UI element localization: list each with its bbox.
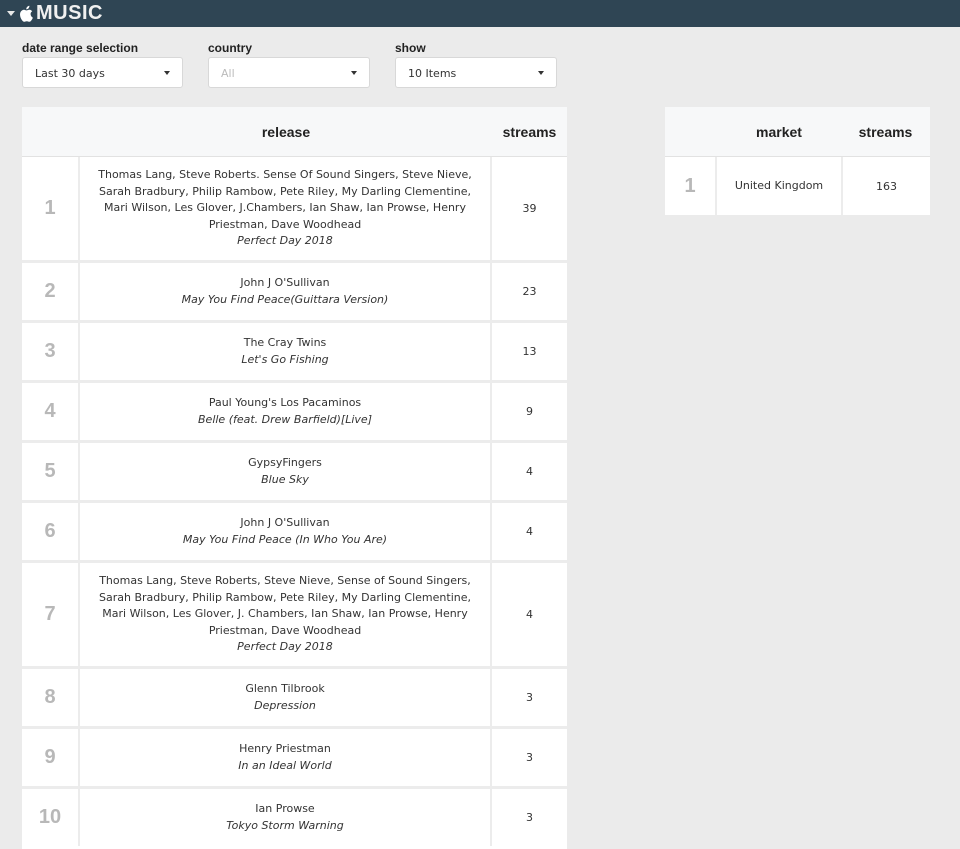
- row-rank: 8: [22, 669, 80, 726]
- row-rank: 4: [22, 383, 80, 440]
- table-row: 6 John J O'Sullivan May You Find Peace (I…: [22, 503, 567, 560]
- row-title: Let's Go Fishing: [241, 352, 329, 366]
- row-streams: 13: [522, 345, 537, 358]
- top-bar: MUSIC: [0, 0, 960, 27]
- chevron-down-icon: [164, 71, 170, 75]
- table-row: 1 United Kingdom 163: [665, 157, 930, 215]
- streams-column-header[interactable]: streams: [841, 107, 930, 156]
- rank-column-header: [22, 107, 80, 156]
- table-row: 8 Glenn Tilbrook Depression 3: [22, 669, 567, 726]
- row-rank: 1: [22, 157, 80, 260]
- row-artist: Glenn Tilbrook: [245, 682, 325, 695]
- row-streams: 4: [526, 525, 533, 538]
- row-rank: 6: [22, 503, 80, 560]
- menu-caret-icon[interactable]: [7, 11, 15, 16]
- country-filter: country All: [208, 40, 370, 88]
- row-title: May You Find Peace (In Who You Are): [182, 532, 388, 546]
- date-range-filter: date range selection Last 30 days: [22, 40, 183, 88]
- table-row: 4 Paul Young's Los Pacaminos Belle (feat.…: [22, 383, 567, 440]
- show-select[interactable]: 10 Items: [395, 57, 557, 88]
- date-range-select[interactable]: Last 30 days: [22, 57, 183, 88]
- releases-table: release streams 1 Thomas Lang, Steve Rob…: [22, 107, 567, 849]
- country-select[interactable]: All: [208, 57, 370, 88]
- row-streams: 23: [522, 285, 537, 298]
- market-column-header[interactable]: market: [717, 107, 841, 156]
- table-row: 3 The Cray Twins Let's Go Fishing 13: [22, 323, 567, 380]
- row-rank: 3: [22, 323, 80, 380]
- row-streams: 163: [876, 179, 897, 193]
- row-streams: 39: [522, 202, 537, 215]
- row-market: United Kingdom: [717, 157, 843, 215]
- row-rank: 2: [22, 263, 80, 320]
- row-rank: 5: [22, 443, 80, 500]
- table-row: 1 Thomas Lang, Steve Roberts. Sense Of S…: [22, 157, 567, 260]
- row-rank: 7: [22, 563, 80, 666]
- row-title: May You Find Peace(Guittara Version): [181, 292, 389, 306]
- rank-column-header: [665, 107, 717, 156]
- row-title: Perfect Day 2018: [237, 640, 333, 654]
- releases-table-header: release streams: [22, 107, 567, 157]
- show-filter: show 10 Items: [395, 40, 557, 88]
- row-rank: 9: [22, 729, 80, 786]
- row-streams: 3: [526, 691, 533, 704]
- show-value: 10 Items: [408, 67, 457, 80]
- row-rank: 1: [665, 157, 717, 215]
- chevron-down-icon: [351, 71, 357, 75]
- row-artist: Paul Young's Los Pacaminos: [208, 396, 362, 409]
- chevron-down-icon: [538, 71, 544, 75]
- row-artist: John J O'Sullivan: [240, 276, 330, 289]
- row-artist: GypsyFingers: [248, 456, 322, 469]
- row-streams: 4: [526, 608, 533, 621]
- row-title: Tokyo Storm Warning: [226, 818, 344, 832]
- row-streams: 3: [526, 811, 533, 824]
- table-row: 9 Henry Priestman In an Ideal World 3: [22, 729, 567, 786]
- country-label: country: [208, 41, 253, 55]
- row-rank: 10: [22, 789, 80, 846]
- show-label: show: [395, 41, 426, 55]
- row-streams: 3: [526, 751, 533, 764]
- releases-table-body: 1 Thomas Lang, Steve Roberts. Sense Of S…: [22, 157, 567, 846]
- row-title: Depression: [254, 698, 316, 712]
- row-artist: The Cray Twins: [243, 336, 327, 349]
- streams-column-header[interactable]: streams: [492, 107, 567, 156]
- row-title: Blue Sky: [261, 472, 309, 486]
- table-row: 7 Thomas Lang, Steve Roberts, Steve Niev…: [22, 563, 567, 666]
- row-title: Perfect Day 2018: [237, 234, 333, 248]
- country-value: All: [221, 67, 235, 80]
- release-column-header[interactable]: release: [80, 107, 492, 156]
- brand-title: MUSIC: [36, 2, 103, 24]
- row-artist: John J O'Sullivan: [240, 516, 330, 529]
- row-streams: 4: [526, 465, 533, 478]
- market-table-header: market streams: [665, 107, 930, 157]
- market-table: market streams 1 United Kingdom 163: [665, 107, 930, 215]
- apple-icon: [20, 5, 33, 22]
- row-artist: Thomas Lang, Steve Roberts, Steve Nieve,…: [98, 574, 471, 637]
- table-row: 10 Ian Prowse Tokyo Storm Warning 3: [22, 789, 567, 846]
- row-streams: 9: [526, 405, 533, 418]
- row-title: In an Ideal World: [238, 758, 332, 772]
- row-artist: Thomas Lang, Steve Roberts. Sense Of Sou…: [98, 168, 472, 231]
- row-title: Belle (feat. Drew Barfield)[Live]: [198, 412, 372, 426]
- row-artist: Henry Priestman: [239, 742, 331, 755]
- date-range-value: Last 30 days: [35, 67, 105, 80]
- date-range-label: date range selection: [22, 41, 139, 55]
- row-artist: Ian Prowse: [255, 802, 315, 815]
- table-row: 5 GypsyFingers Blue Sky 4: [22, 443, 567, 500]
- table-row: 2 John J O'Sullivan May You Find Peace(Gu…: [22, 263, 567, 320]
